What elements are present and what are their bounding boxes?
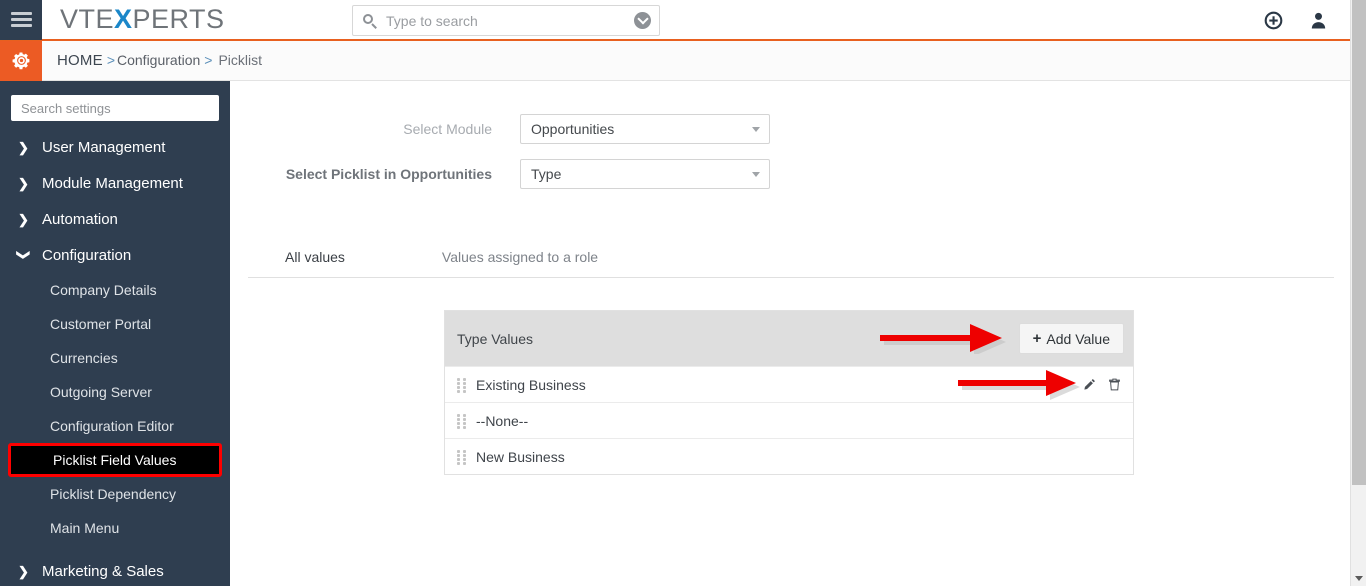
sidebar-group-label: Module Management (42, 174, 183, 192)
top-bar: VTEXPERTS (0, 0, 1350, 41)
top-bar-actions (1264, 0, 1328, 41)
sidebar-item-picklist-dependency[interactable]: Picklist Dependency (0, 477, 230, 511)
sidebar-group-label: Marketing & Sales (42, 562, 164, 580)
sidebar-item-configuration-editor[interactable]: Configuration Editor (0, 409, 230, 443)
brand-text-1: VTE (60, 4, 115, 34)
chevron-down-icon: ❯ (16, 249, 32, 260)
main-content: Select Module Opportunities Select Pickl… (230, 81, 1350, 586)
breadcrumb-configuration[interactable]: Configuration (117, 52, 200, 68)
brand-text-2: PERTS (132, 4, 225, 34)
breadcrumb-bar: HOME > Configuration > Picklist (0, 40, 1350, 81)
value-label: --None-- (476, 412, 529, 429)
select-picklist-value: Type (531, 166, 562, 182)
select-picklist-row: Select Picklist in Opportunities Type (230, 159, 770, 189)
sidebar-item-label: Picklist Dependency (50, 486, 177, 502)
hamburger-menu-button[interactable] (0, 0, 42, 40)
chevron-right-icon: ❯ (18, 139, 29, 155)
sidebar-item-label: Main Menu (50, 520, 120, 536)
select-module-label: Select Module (403, 121, 492, 137)
sidebar-item-label: Currencies (50, 350, 118, 366)
trash-icon[interactable] (1108, 378, 1121, 391)
sidebar-group-module-management[interactable]: ❯ Module Management (0, 165, 230, 201)
tab-values-assigned-to-a-role[interactable]: Values assigned to a role (432, 249, 608, 265)
vertical-scrollbar[interactable] (1350, 0, 1366, 586)
breadcrumb-separator-2: > (204, 52, 213, 68)
select-module-row: Select Module Opportunities (230, 114, 770, 144)
sidebar-item-picklist-field-values[interactable]: Picklist Field Values (8, 443, 222, 477)
sidebar-item-label: Configuration Editor (50, 418, 174, 434)
caret-down-icon[interactable] (1355, 576, 1363, 581)
sidebar-group-label: User Management (42, 138, 166, 156)
chevron-down-icon (752, 171, 760, 177)
select-picklist-dropdown[interactable]: Type (520, 159, 770, 189)
sidebar-item-label: Picklist Field Values (53, 452, 177, 468)
table-row[interactable]: Existing Business (445, 366, 1133, 402)
sidebar-item-label: Company Details (50, 282, 157, 298)
sidebar-item-currencies[interactable]: Currencies (0, 341, 230, 375)
settings-sidebar: ❯ User Management ❯ Module Management ❯ … (0, 81, 230, 586)
sidebar-group-automation[interactable]: ❯ Automation (0, 201, 230, 237)
user-icon[interactable] (1309, 11, 1328, 30)
chevron-right-icon: ❯ (18, 563, 29, 579)
row-actions (1083, 378, 1121, 391)
plus-circle-icon[interactable] (1264, 11, 1283, 30)
chevron-right-icon: ❯ (18, 175, 29, 191)
value-label: New Business (476, 448, 565, 465)
settings-nav: ❯ User Management ❯ Module Management ❯ … (0, 129, 230, 586)
breadcrumb-separator-1: > (106, 52, 115, 68)
table-row[interactable]: --None-- (445, 402, 1133, 438)
select-module-dropdown[interactable]: Opportunities (520, 114, 770, 144)
breadcrumb-home[interactable]: HOME (57, 52, 103, 69)
value-label: Existing Business (476, 376, 586, 393)
pencil-icon[interactable] (1083, 378, 1096, 391)
sidebar-group-label: Configuration (42, 246, 132, 264)
plus-icon: + (1032, 330, 1042, 347)
global-search-box[interactable] (352, 5, 660, 36)
breadcrumb-picklist: Picklist (218, 52, 263, 68)
select-picklist-label: Select Picklist in Opportunities (285, 166, 492, 182)
scrollbar-thumb[interactable] (1352, 0, 1366, 485)
type-values-panel: Type Values + Add Value Existing Busines… (444, 310, 1134, 475)
sidebar-item-company-details[interactable]: Company Details (0, 273, 230, 307)
sidebar-item-label: Customer Portal (50, 316, 152, 332)
settings-gear-button[interactable] (0, 40, 42, 81)
settings-search-input[interactable] (21, 100, 209, 116)
sidebar-item-outgoing-server[interactable]: Outgoing Server (0, 375, 230, 409)
sidebar-group-user-management[interactable]: ❯ User Management (0, 129, 230, 165)
sidebar-group-configuration[interactable]: ❯ Configuration (0, 237, 230, 273)
table-row[interactable]: New Business (445, 438, 1133, 474)
brand-logo: VTEXPERTS (60, 4, 225, 35)
sidebar-item-main-menu[interactable]: Main Menu (0, 511, 230, 545)
tab-all-values[interactable]: All values (275, 249, 355, 265)
sidebar-group-marketing-and-sales[interactable]: ❯ Marketing & Sales (0, 553, 230, 586)
hamburger-menu-icon (10, 9, 32, 30)
sidebar-item-label: Outgoing Server (50, 384, 152, 400)
select-module-value: Opportunities (531, 121, 615, 137)
drag-handle-icon[interactable] (457, 414, 466, 429)
drag-handle-icon[interactable] (457, 450, 466, 465)
sidebar-group-label: Automation (42, 210, 118, 228)
search-input[interactable] (386, 12, 634, 29)
search-icon (363, 13, 377, 29)
breadcrumb: HOME > Configuration > Picklist (57, 52, 262, 69)
sidebar-item-customer-portal[interactable]: Customer Portal (0, 307, 230, 341)
add-value-button[interactable]: + Add Value (1018, 323, 1124, 354)
drag-handle-icon[interactable] (457, 378, 466, 393)
application-window: VTEXPERTS HOME > Configuration > Picklis… (0, 0, 1366, 586)
chevron-down-icon (752, 126, 760, 132)
panel-header: Type Values + Add Value (445, 311, 1133, 366)
settings-search-box[interactable] (11, 95, 219, 121)
brand-text-x: X (114, 4, 133, 34)
gear-icon (12, 52, 29, 70)
chevron-right-icon: ❯ (18, 211, 29, 227)
add-value-label: Add Value (1046, 330, 1110, 347)
chevron-down-circle-icon[interactable] (634, 12, 651, 29)
values-tabs: All values Values assigned to a role (248, 236, 1334, 278)
panel-title: Type Values (457, 330, 534, 347)
